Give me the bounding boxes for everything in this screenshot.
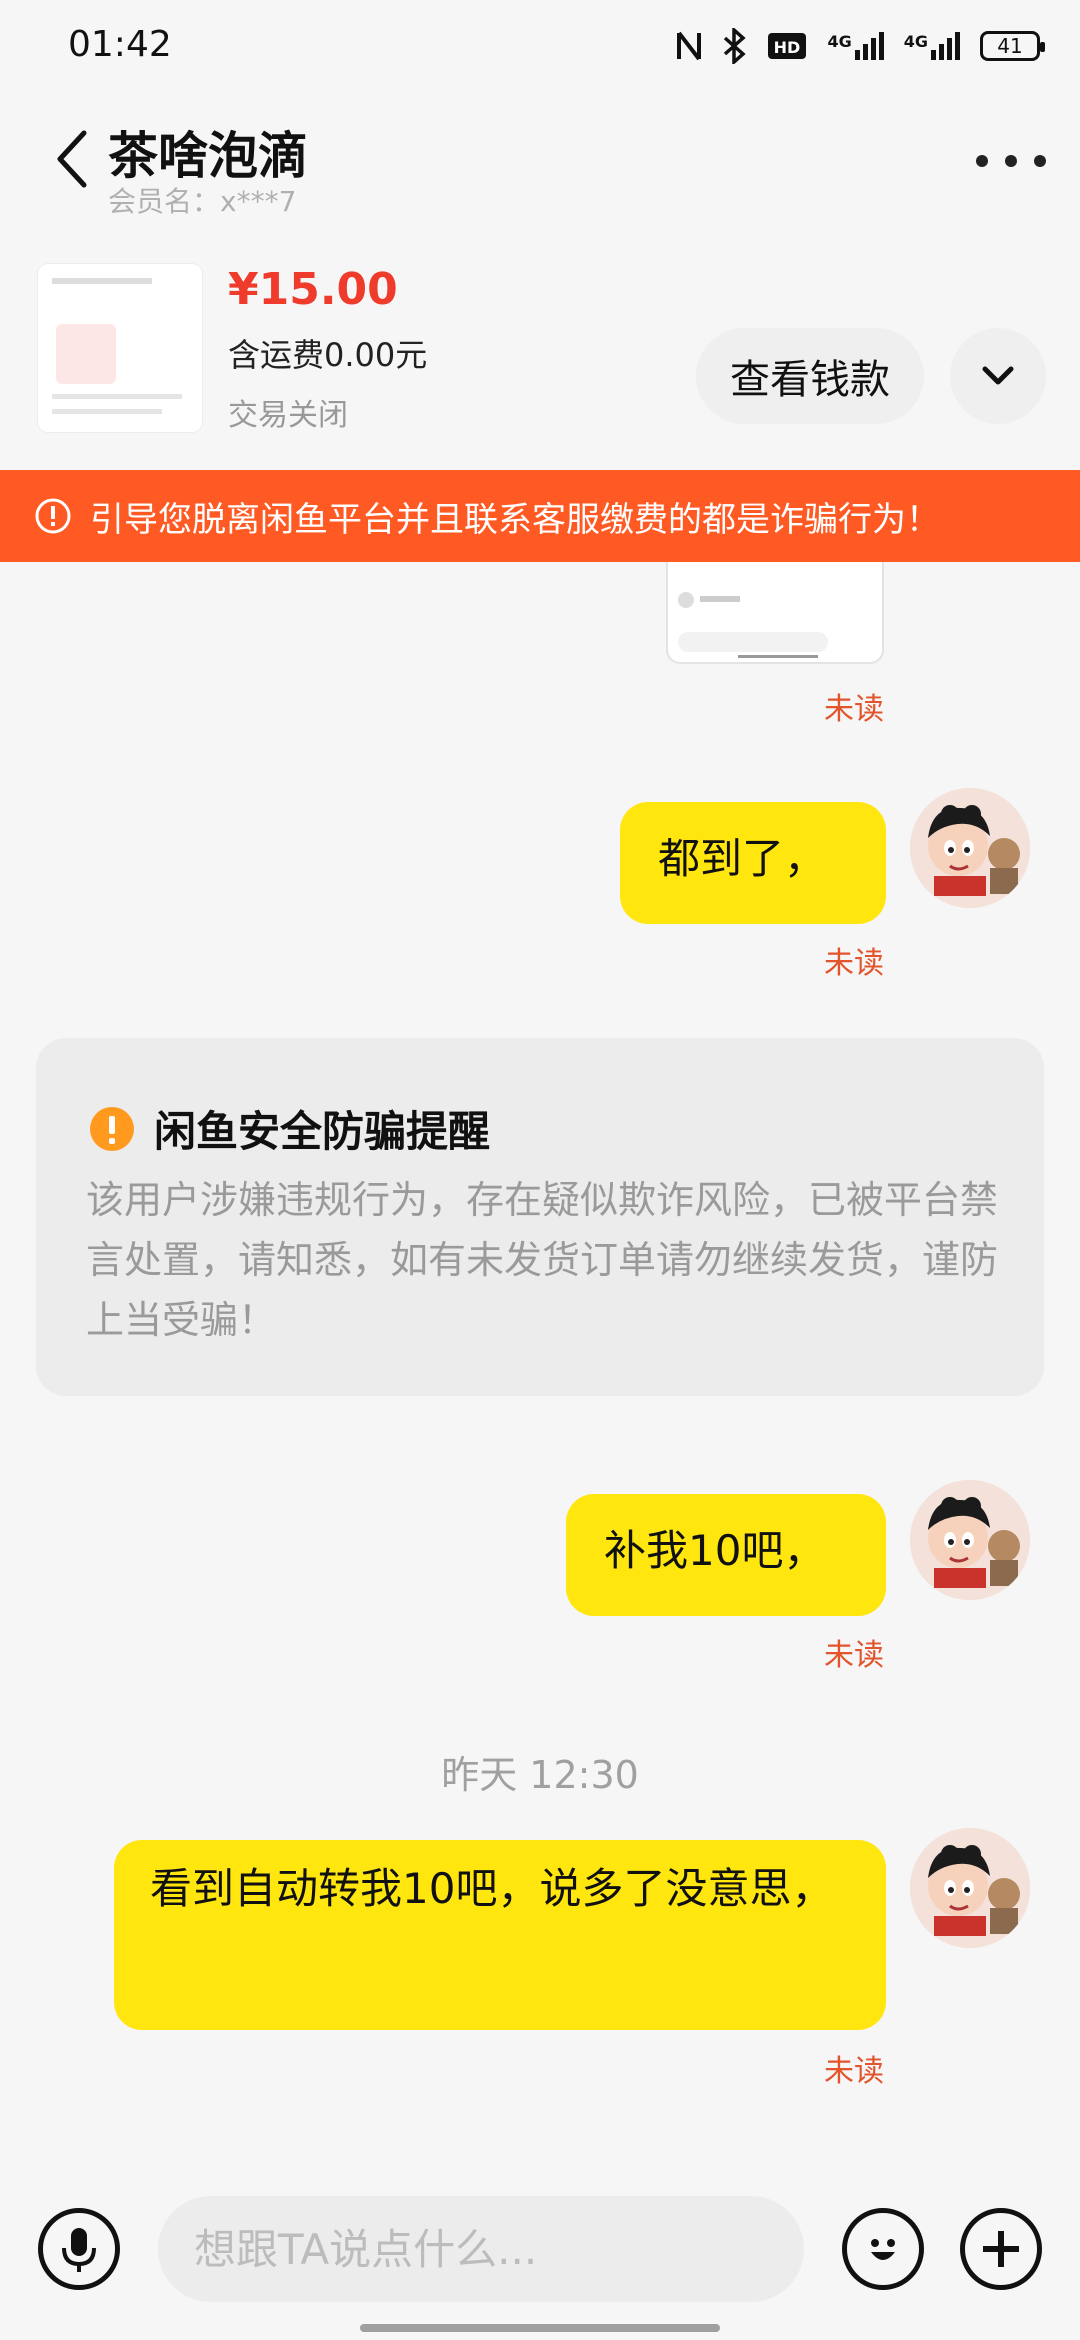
network-type-1: 4G <box>827 32 852 51</box>
emoji-button[interactable] <box>842 2208 924 2290</box>
chat-area[interactable]: 未读 都到了， 未读 闲鱼安全防骗提醒 该用户涉嫌违规行为，存在疑似欺诈风险，已… <box>0 562 1080 2182</box>
product-price: ¥15.00 <box>228 264 398 315</box>
expand-button[interactable] <box>950 328 1046 424</box>
input-bar <box>0 2190 1080 2310</box>
battery-level: 41 <box>997 34 1023 58</box>
message-bubble[interactable]: 看到自动转我10吧，说多了没意思， <box>114 1840 886 2030</box>
fraud-warning-banner: 引导您脱离闲鱼平台并且联系客服缴费的都是诈骗行为！ <box>0 470 1080 562</box>
bluetooth-icon <box>724 28 747 64</box>
plus-icon <box>983 2231 1019 2267</box>
plus-button[interactable] <box>960 2208 1042 2290</box>
image-message[interactable] <box>666 562 884 664</box>
hd-icon: HD <box>768 33 807 59</box>
signal-1-icon: 4G <box>827 32 884 60</box>
banner-text: 引导您脱离闲鱼平台并且联系客服缴费的都是诈骗行为！ <box>90 499 940 540</box>
nfc-icon <box>677 31 702 61</box>
shipping-fee: 含运费0.00元 <box>228 336 428 374</box>
read-status: 未读 <box>824 946 884 981</box>
member-info: 会员名：x***7 <box>108 180 296 220</box>
safety-notice-card: 闲鱼安全防骗提醒 该用户涉嫌违规行为，存在疑似欺诈风险，已被平台禁言处置，请知悉… <box>36 1038 1044 1396</box>
message-bubble[interactable]: 都到了， <box>620 802 886 924</box>
member-label: 会员名： <box>108 185 221 218</box>
avatar[interactable] <box>910 1828 1030 1948</box>
avatar[interactable] <box>910 1480 1030 1600</box>
status-time: 01:42 <box>68 24 172 65</box>
message-bubble[interactable]: 补我10吧， <box>566 1494 886 1616</box>
svg-text:HD: HD <box>774 38 801 57</box>
trade-status: 交易关闭 <box>228 398 348 433</box>
read-status: 未读 <box>824 2054 884 2089</box>
message-input[interactable] <box>158 2196 804 2302</box>
mic-icon <box>62 2228 96 2272</box>
more-button[interactable] <box>976 146 1046 176</box>
back-icon <box>57 130 87 188</box>
avatar-icon <box>910 788 1030 908</box>
home-indicator[interactable] <box>360 2324 720 2332</box>
safety-notice-title: 闲鱼安全防骗提醒 <box>154 1107 491 1156</box>
back-button[interactable] <box>46 124 96 194</box>
avatar[interactable] <box>910 788 1030 908</box>
chat-header: 茶啥泡滴 会员名：x***7 <box>0 96 1080 226</box>
view-payment-button[interactable]: 查看钱款 <box>696 328 924 424</box>
safety-notice-header: 闲鱼安全防骗提醒 <box>88 1098 490 1159</box>
product-card[interactable]: ¥15.00 含运费0.00元 交易关闭 查看钱款 <box>0 250 1080 460</box>
voice-button[interactable] <box>38 2208 120 2290</box>
safety-notice-body: 该用户涉嫌违规行为，存在疑似欺诈风险，已被平台禁言处置，请知悉，如有未发货订单请… <box>86 1178 999 1342</box>
warning-icon <box>35 498 71 534</box>
avatar-icon <box>910 1480 1030 1600</box>
chevron-down-icon <box>982 366 1014 385</box>
message-timestamp: 昨天 12:30 <box>441 1753 639 1797</box>
status-bar: 01:42 HD 4G 4G 41 <box>0 0 1080 96</box>
read-status: 未读 <box>824 692 884 727</box>
alert-icon <box>90 1106 134 1151</box>
member-name: x***7 <box>220 185 297 218</box>
signal-2-icon: 4G <box>904 32 960 60</box>
battery-icon: 41 <box>980 31 1045 61</box>
contact-name: 茶啥泡滴 <box>108 127 308 185</box>
product-thumbnail[interactable] <box>38 264 202 432</box>
avatar-icon <box>910 1828 1030 1948</box>
network-type-2: 4G <box>903 32 928 51</box>
status-icons: HD 4G 4G 41 <box>675 26 1045 66</box>
more-icon <box>976 155 988 167</box>
emoji-icon <box>871 2239 895 2260</box>
read-status: 未读 <box>824 1638 884 1673</box>
